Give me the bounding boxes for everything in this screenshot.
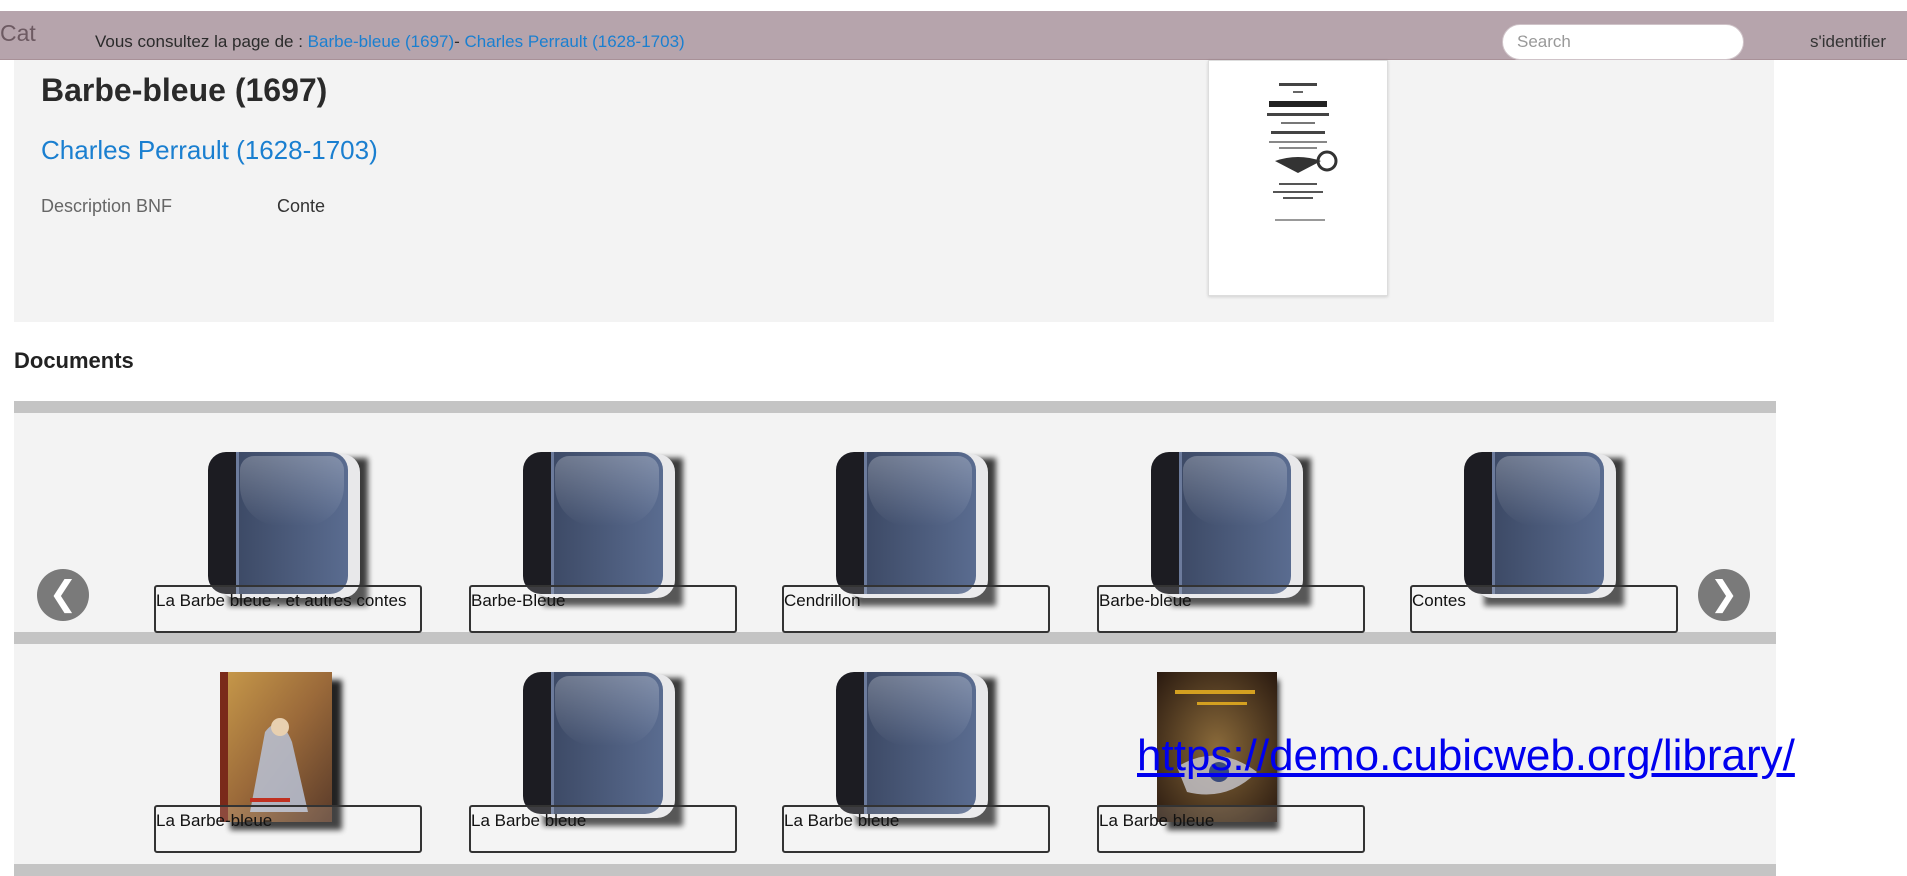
book-icon	[1464, 452, 1624, 606]
book-icon	[523, 672, 683, 826]
work-cover-image	[1208, 60, 1388, 296]
illustrated-cover-image	[220, 672, 342, 830]
document-label[interactable]: Barbe-bleue	[1097, 585, 1365, 633]
breadcrumb-separator: -	[454, 32, 465, 51]
document-label[interactable]: Barbe-Bleue	[469, 585, 737, 633]
document-item[interactable]: La Barbe bleue	[782, 672, 1052, 872]
document-item[interactable]: Cendrillon	[782, 452, 1052, 652]
book-icon	[208, 452, 368, 606]
breadcrumb-work-link[interactable]: Barbe-bleue (1697)	[308, 32, 454, 51]
chevron-right-icon: ❯	[1709, 575, 1739, 613]
overlay-url-link[interactable]: https://demo.cubicweb.org/library/	[1137, 731, 1795, 781]
login-link[interactable]: s'identifier	[1810, 32, 1886, 52]
book-icon	[1151, 452, 1311, 606]
document-label[interactable]: La Barbe-bleue	[154, 805, 422, 853]
page-title: Barbe-bleue (1697)	[41, 72, 328, 108]
document-label[interactable]: La Barbe bleue : et autres contes	[154, 585, 422, 633]
breadcrumb-author-link[interactable]: Charles Perrault (1628-1703)	[465, 32, 685, 51]
search-input[interactable]	[1502, 24, 1744, 60]
breadcrumb: Vous consultez la page de : Barbe-bleue …	[95, 32, 685, 52]
carousel-top-rule	[14, 401, 1776, 413]
document-item[interactable]: Barbe-Bleue	[469, 452, 739, 652]
book-icon	[836, 672, 996, 826]
document-label[interactable]: Contes	[1410, 585, 1678, 633]
document-item[interactable]: La Barbe bleue : et autres contes	[154, 452, 424, 652]
chevron-left-icon: ❮	[48, 575, 78, 613]
description-value: Conte	[277, 196, 326, 216]
brand-logo[interactable]: Cat	[0, 20, 36, 47]
document-item[interactable]: La Barbe bleue	[469, 672, 739, 872]
carousel-prev-button[interactable]: ❮	[37, 569, 89, 621]
documents-heading: Documents	[14, 348, 134, 373]
top-bar: Cat Vous consultez la page de : Barbe-bl…	[0, 11, 1907, 60]
document-label[interactable]: La Barbe bleue	[469, 805, 737, 853]
document-item[interactable]: La Barbe-bleue	[154, 672, 424, 872]
author-link[interactable]: Charles Perrault (1628-1703)	[41, 135, 378, 166]
description-label: Description BNF	[41, 196, 173, 216]
book-icon	[523, 452, 683, 606]
document-label[interactable]: La Barbe bleue	[782, 805, 1050, 853]
document-item[interactable]: Barbe-bleue	[1097, 452, 1367, 652]
book-icon	[836, 452, 996, 606]
document-item[interactable]: Contes	[1410, 452, 1680, 652]
document-label[interactable]: Cendrillon	[782, 585, 1050, 633]
document-label[interactable]: La Barbe bleue	[1097, 805, 1365, 853]
carousel-next-button[interactable]: ❯	[1698, 569, 1750, 621]
breadcrumb-prefix: Vous consultez la page de :	[95, 32, 308, 51]
title-page-illustration	[1267, 83, 1338, 221]
